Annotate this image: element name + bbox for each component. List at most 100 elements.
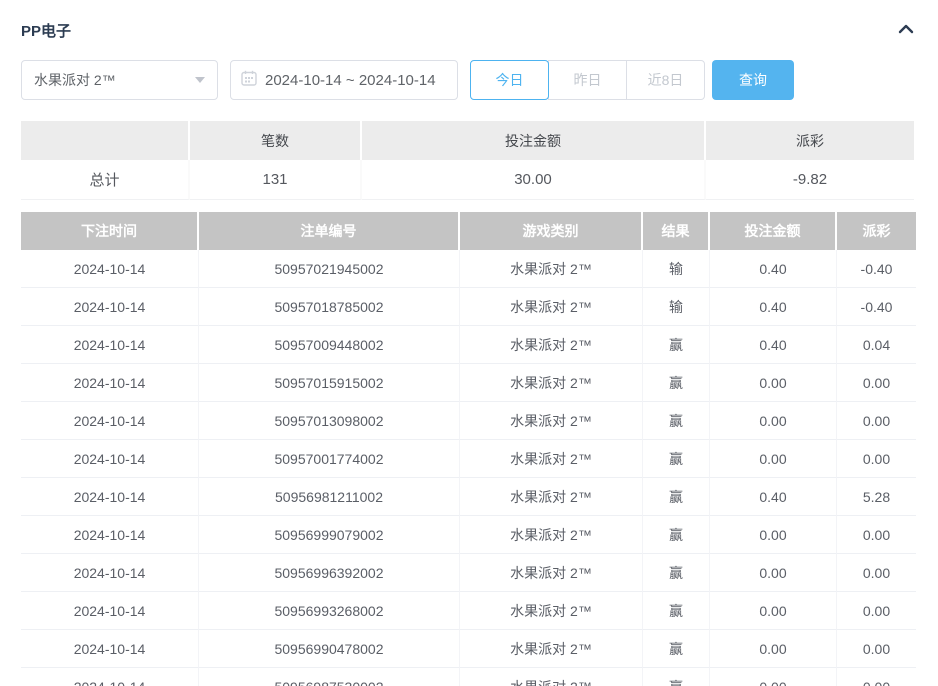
cell-bet-time: 2024-10-14 [21,554,199,592]
cell-payout: 0.04 [837,326,916,364]
cell-game-type: 水果派对 2™ [460,478,643,516]
records-col-bet-time: 下注时间 [21,212,199,250]
cell-payout: 0.00 [837,554,916,592]
chevron-up-icon [898,21,914,39]
cell-result: 赢 [643,402,710,440]
cell-bet-amount: 0.00 [710,630,837,668]
cell-bet-time: 2024-10-14 [21,478,199,516]
game-select-value: 水果派对 2™ [34,70,116,90]
game-select[interactable]: 水果派对 2™ [21,60,218,100]
cell-payout: -0.40 [837,250,916,288]
cell-order-number: 50956996392002 [199,554,460,592]
quick-filter-yesterday[interactable]: 昨日 [548,60,627,100]
summary-total-bet-amount: 30.00 [362,160,706,200]
cell-bet-amount: 0.00 [710,668,837,686]
cell-bet-time: 2024-10-14 [21,668,199,686]
cell-order-number: 50957015915002 [199,364,460,402]
cell-order-number: 50957001774002 [199,440,460,478]
cell-bet-amount: 0.00 [710,402,837,440]
calendar-icon [241,70,265,90]
query-button[interactable]: 查询 [712,60,794,100]
panel-header: PP电子 [21,20,916,40]
cell-game-type: 水果派对 2™ [460,288,643,326]
cell-result: 赢 [643,592,710,630]
records-col-game-type: 游戏类别 [460,212,643,250]
quick-range-group: 今日 昨日 近8日 [470,60,705,100]
table-row: 2024-10-14 50957021945002 水果派对 2™ 输 0.40… [21,250,916,288]
summary-header-row: 笔数 投注金额 派彩 [21,121,916,160]
records-col-bet-amount: 投注金额 [710,212,837,250]
table-row: 2024-10-14 50957013098002 水果派对 2™ 赢 0.00… [21,402,916,440]
cell-result: 赢 [643,516,710,554]
cell-payout: 0.00 [837,402,916,440]
table-row: 2024-10-14 50956999079002 水果派对 2™ 赢 0.00… [21,516,916,554]
cell-bet-time: 2024-10-14 [21,402,199,440]
cell-order-number: 50957013098002 [199,402,460,440]
records-table: 下注时间 注单编号 游戏类别 结果 投注金额 派彩 2024-10-14 509… [21,212,916,686]
records-col-payout: 派彩 [837,212,916,250]
cell-result: 输 [643,250,710,288]
cell-bet-amount: 0.00 [710,440,837,478]
summary-total-row: 总计 131 30.00 -9.82 [21,160,916,200]
page-title: PP电子 [21,20,71,41]
cell-result: 赢 [643,326,710,364]
cell-bet-amount: 0.00 [710,554,837,592]
table-row: 2024-10-14 50956987530002 水果派对 2™ 赢 0.00… [21,668,916,686]
cell-bet-amount: 0.00 [710,516,837,554]
cell-payout: 5.28 [837,478,916,516]
cell-game-type: 水果派对 2™ [460,364,643,402]
cell-order-number: 50957021945002 [199,250,460,288]
cell-bet-time: 2024-10-14 [21,440,199,478]
cell-game-type: 水果派对 2™ [460,516,643,554]
cell-game-type: 水果派对 2™ [460,592,643,630]
cell-result: 赢 [643,364,710,402]
summary-total-label: 总计 [21,160,190,200]
cell-order-number: 50957018785002 [199,288,460,326]
summary-total-payout: -9.82 [706,160,914,200]
cell-payout: 0.00 [837,440,916,478]
cell-result: 输 [643,288,710,326]
summary-table: 笔数 投注金额 派彩 总计 131 30.00 -9.82 [21,121,916,200]
table-row: 2024-10-14 50956990478002 水果派对 2™ 赢 0.00… [21,630,916,668]
cell-result: 赢 [643,630,710,668]
cell-result: 赢 [643,478,710,516]
cell-order-number: 50956981211002 [199,478,460,516]
cell-bet-time: 2024-10-14 [21,364,199,402]
cell-bet-amount: 0.40 [710,326,837,364]
collapse-button[interactable] [896,19,916,41]
table-row: 2024-10-14 50957018785002 水果派对 2™ 输 0.40… [21,288,916,326]
summary-col-bet-amount: 投注金额 [362,121,706,160]
records-col-result: 结果 [643,212,710,250]
cell-order-number: 50956990478002 [199,630,460,668]
cell-game-type: 水果派对 2™ [460,250,643,288]
cell-game-type: 水果派对 2™ [460,554,643,592]
cell-bet-time: 2024-10-14 [21,326,199,364]
cell-game-type: 水果派对 2™ [460,668,643,686]
pp-electronics-panel: PP电子 水果派对 2™ 2024-10-14 ~ 2024-10-14 [0,0,938,686]
cell-bet-time: 2024-10-14 [21,250,199,288]
date-range-input[interactable]: 2024-10-14 ~ 2024-10-14 [230,60,458,100]
cell-bet-amount: 0.40 [710,250,837,288]
table-row: 2024-10-14 50956996392002 水果派对 2™ 赢 0.00… [21,554,916,592]
quick-filter-today[interactable]: 今日 [470,60,549,100]
cell-bet-time: 2024-10-14 [21,288,199,326]
cell-game-type: 水果派对 2™ [460,326,643,364]
cell-result: 赢 [643,440,710,478]
filter-bar: 水果派对 2™ 2024-10-14 ~ 2024-10-14 今日 昨日 近8… [21,60,916,100]
cell-bet-amount: 0.40 [710,478,837,516]
cell-bet-time: 2024-10-14 [21,630,199,668]
quick-filter-last8days[interactable]: 近8日 [626,60,705,100]
chevron-down-icon [195,77,205,83]
summary-total-count: 131 [190,160,362,200]
cell-order-number: 50956987530002 [199,668,460,686]
cell-result: 赢 [643,668,710,686]
cell-game-type: 水果派对 2™ [460,402,643,440]
table-row: 2024-10-14 50956993268002 水果派对 2™ 赢 0.00… [21,592,916,630]
records-col-order-number: 注单编号 [199,212,460,250]
records-body: 2024-10-14 50957021945002 水果派对 2™ 输 0.40… [21,250,916,686]
cell-payout: 0.00 [837,364,916,402]
cell-bet-time: 2024-10-14 [21,516,199,554]
cell-payout: 0.00 [837,630,916,668]
cell-bet-amount: 0.00 [710,364,837,402]
cell-game-type: 水果派对 2™ [460,630,643,668]
